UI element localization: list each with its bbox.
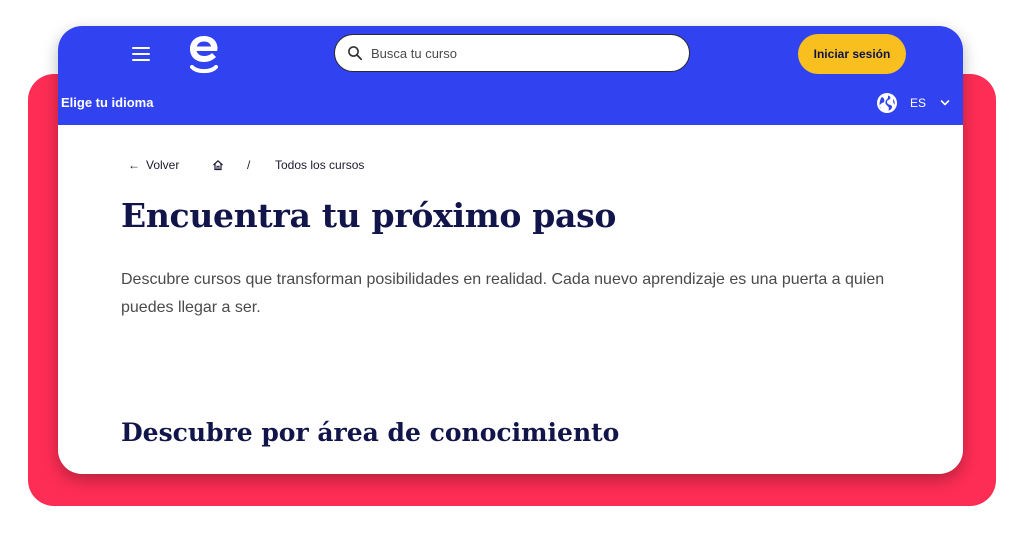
arrow-left-icon: ← [128,158,140,172]
brand-logo[interactable] [187,32,221,76]
back-link[interactable]: ← Volver [128,158,179,172]
browser-window: Iniciar sesión Elige tu idioma ES [58,26,963,474]
home-icon[interactable] [212,159,224,171]
selected-language: ES [910,96,927,110]
stage: Iniciar sesión Elige tu idioma ES [0,0,1024,536]
hamburger-menu-icon[interactable] [132,47,150,62]
back-label: Volver [146,158,180,172]
login-button[interactable]: Iniciar sesión [798,34,906,74]
page-title: Encuentra tu próximo paso [121,196,617,235]
language-bar-title: Elige tu idioma [61,95,154,110]
page-intro: Descubre cursos que transforman posibili… [121,271,885,316]
section-title: Descubre por área de conocimiento [121,418,620,447]
magnifier-icon [348,46,363,61]
language-selector[interactable]: ES [876,92,952,114]
globe-icon [877,93,897,113]
search-box[interactable] [334,34,690,72]
breadcrumb-current[interactable]: Todos los cursos [275,158,364,172]
search-input[interactable] [371,43,671,63]
top-header: Iniciar sesión [58,26,963,82]
chevron-down-icon [940,100,950,106]
breadcrumb-separator: / [247,158,251,172]
language-bar: Elige tu idioma ES [58,82,963,125]
